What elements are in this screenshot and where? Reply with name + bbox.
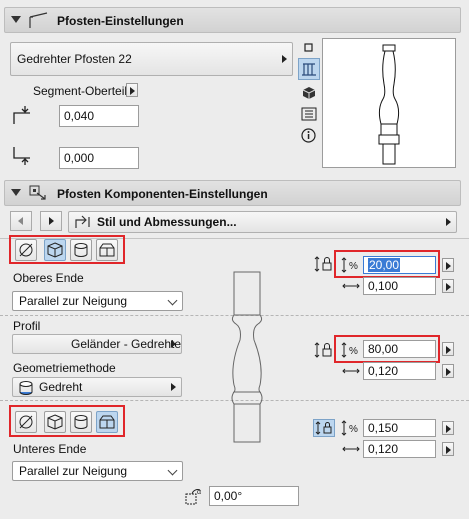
post-type-button[interactable]: Gedrehter Pfosten 22 (10, 42, 293, 76)
rotation-value: 0,00° (214, 489, 243, 503)
lower-end-select[interactable]: Parallel zur Neigung (12, 461, 183, 481)
segment-next-button[interactable] (126, 83, 138, 97)
bottom-width-arrow[interactable] (442, 442, 454, 456)
railing-post-icon (27, 11, 51, 32)
top-width-field[interactable]: 0,100 (363, 277, 436, 295)
bottom-offset-value: 0,000 (64, 151, 95, 165)
collapse-triangle-icon[interactable] (11, 189, 21, 196)
dimensions-icon (74, 214, 94, 232)
post-profile-drawing (222, 270, 272, 445)
width-icon (341, 279, 361, 293)
svg-text:α: α (197, 489, 201, 496)
mid-width-field[interactable]: 0,120 (363, 362, 436, 380)
previous-panel-button[interactable] (10, 211, 32, 231)
profile-button[interactable]: Geländer - Gedrehter-... (12, 334, 182, 354)
upper-end-label: Oberes Ende (13, 271, 84, 285)
top-height-percent-field[interactable]: 20,00 (363, 256, 436, 274)
arrow-right-icon (171, 383, 176, 391)
end-box-button[interactable] (44, 239, 66, 261)
width-icon (341, 364, 361, 378)
top-width-value: 0,100 (368, 279, 399, 293)
mid-height-percent-field[interactable]: 80,00 (363, 340, 436, 358)
lower-end-label: Unteres Ende (13, 442, 87, 456)
bottom-width-value: 0,120 (368, 442, 399, 456)
svg-text:%: % (349, 424, 358, 435)
end-cylinder-button[interactable] (70, 411, 92, 433)
lock-height-button[interactable] (313, 419, 335, 437)
top-offset-value: 0,040 (64, 109, 95, 123)
top-height-arrow[interactable] (442, 258, 454, 272)
end-bevel-button[interactable] (96, 239, 118, 261)
geometry-method-label: Geometriemethode (13, 361, 116, 375)
info-icon[interactable] (301, 128, 316, 143)
bottom-height-arrow[interactable] (442, 421, 454, 435)
segment-label: Segment-Oberteil (33, 84, 128, 98)
mid-width-arrow[interactable] (442, 364, 454, 378)
mid-height-percent-value: 80,00 (368, 342, 399, 356)
upper-end-select[interactable]: Parallel zur Neigung (12, 291, 183, 311)
width-icon (341, 442, 361, 456)
arrow-right-icon (446, 218, 451, 226)
arrow-right-icon (171, 340, 176, 348)
upper-end-select-value: Parallel zur Neigung (19, 294, 128, 308)
lock-height-icon[interactable] (313, 341, 335, 359)
bottom-height-value: 0,150 (368, 421, 399, 435)
arrow-right-icon (282, 55, 287, 63)
style-dimensions-button[interactable]: Stil und Abmessungen... (68, 211, 457, 233)
component-settings-icon (27, 184, 51, 205)
svg-text:%: % (349, 346, 358, 357)
section-title: Pfosten-Einstellungen (57, 14, 184, 28)
bottom-width-field[interactable]: 0,120 (363, 440, 436, 458)
style-dimensions-label: Stil und Abmessungen... (97, 215, 237, 229)
elevation-view-button[interactable] (298, 58, 320, 80)
end-none-button[interactable] (15, 239, 37, 261)
section-header-component-settings[interactable]: Pfosten Komponenten-Einstellungen (4, 180, 461, 206)
turned-profile-icon (18, 380, 34, 396)
profile-value: Geländer - Gedrehter-... (71, 337, 182, 351)
post-preview (322, 38, 456, 168)
lock-height-icon[interactable] (313, 255, 335, 273)
rotation-field[interactable]: 0,00° (209, 486, 299, 506)
percent-height-icon: % (340, 419, 362, 437)
end-box-button[interactable] (44, 411, 66, 433)
end-bevel-button[interactable] (96, 411, 118, 433)
percent-height-icon: % (340, 341, 362, 359)
mid-height-arrow[interactable] (442, 342, 454, 356)
profile-label: Profil (13, 319, 41, 333)
top-offset-field[interactable]: 0,040 (59, 105, 139, 127)
svg-text:%: % (349, 261, 358, 272)
collapse-triangle-icon[interactable] (11, 16, 21, 23)
chevron-down-icon (167, 295, 178, 306)
bottom-offset-field[interactable]: 0,000 (59, 147, 139, 169)
geometry-method-button[interactable]: Gedreht (12, 377, 182, 397)
next-panel-button[interactable] (40, 211, 62, 231)
percent-height-icon: % (340, 256, 362, 274)
lower-end-select-value: Parallel zur Neigung (19, 464, 128, 478)
rotation-angle-icon: α (184, 486, 206, 506)
chevron-down-icon (167, 465, 178, 476)
mid-width-value: 0,120 (368, 364, 399, 378)
end-cylinder-button[interactable] (70, 239, 92, 261)
square-view-icon[interactable] (303, 42, 315, 54)
cube-3d-icon[interactable] (302, 86, 316, 100)
top-width-arrow[interactable] (442, 279, 454, 293)
list-view-icon[interactable] (301, 107, 317, 121)
top-offset-icon (10, 103, 36, 125)
post-type-label: Gedrehter Pfosten 22 (17, 52, 132, 66)
bottom-height-field[interactable]: 0,150 (363, 419, 436, 437)
top-height-percent-value: 20,00 (368, 258, 401, 272)
end-none-button[interactable] (15, 411, 37, 433)
section-title: Pfosten Komponenten-Einstellungen (57, 187, 268, 201)
bottom-offset-icon (10, 144, 36, 166)
section-header-post-settings[interactable]: Pfosten-Einstellungen (4, 7, 461, 33)
geometry-method-value: Gedreht (39, 380, 83, 394)
